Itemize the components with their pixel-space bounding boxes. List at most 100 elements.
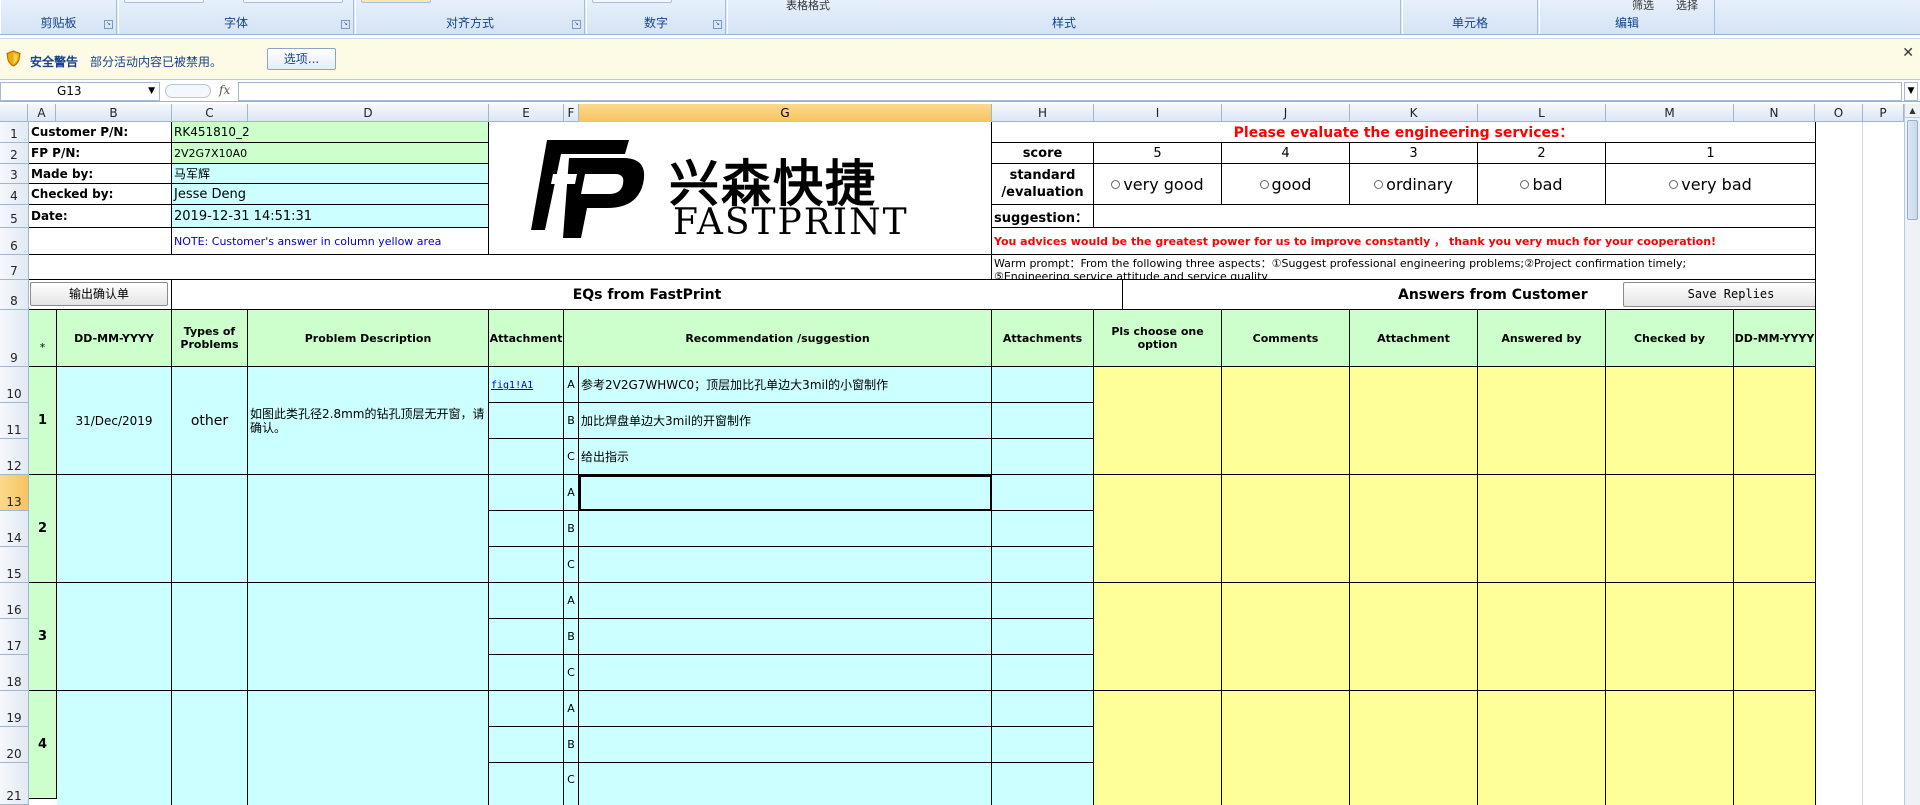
answer-attachment[interactable] <box>1350 691 1478 805</box>
date-value[interactable]: 2019-12-31 14:51:31 <box>172 205 489 228</box>
expand-formula-bar-icon[interactable]: ▼ <box>1904 82 1918 101</box>
answer-date[interactable] <box>1734 475 1816 583</box>
answer-comments[interactable] <box>1222 691 1350 805</box>
eq-type[interactable]: other <box>172 367 248 475</box>
table-format-label[interactable]: 表格格式 <box>786 0 830 13</box>
eq-attachment[interactable] <box>489 691 564 727</box>
row-header[interactable]: 18 <box>0 655 28 691</box>
eq-attachment[interactable] <box>489 655 564 691</box>
option-text[interactable] <box>579 763 992 805</box>
row-header[interactable]: 8 <box>0 280 28 310</box>
eq-attachment[interactable] <box>489 727 564 763</box>
eq-attachment[interactable] <box>489 439 564 475</box>
dialog-launcher-icon[interactable]: ↘ <box>572 20 581 29</box>
column-header-j[interactable]: J <box>1222 104 1350 122</box>
made-by-value[interactable]: 马军辉 <box>172 164 489 184</box>
option-text[interactable]: 给出指示 <box>579 439 992 475</box>
option-text[interactable] <box>579 727 992 763</box>
answer-comments[interactable] <box>1222 583 1350 691</box>
dialog-launcher-icon[interactable]: ↘ <box>104 20 113 29</box>
column-header-f[interactable]: F <box>564 104 579 122</box>
row-header[interactable]: 15 <box>0 547 28 583</box>
dialog-launcher-icon[interactable]: ↘ <box>341 20 350 29</box>
option-very-good[interactable]: very good <box>1094 164 1222 205</box>
column-header-m[interactable]: M <box>1606 104 1734 122</box>
eq-problem[interactable] <box>248 583 489 691</box>
radio-icon[interactable] <box>1111 179 1121 189</box>
eq-attachments[interactable] <box>992 475 1094 511</box>
option-ordinary[interactable]: ordinary <box>1350 164 1478 205</box>
column-header-c[interactable]: C <box>172 104 248 122</box>
suggestion-input[interactable] <box>1094 205 1816 228</box>
security-options-button[interactable]: 选项... <box>267 48 336 70</box>
row-header[interactable]: 6 <box>0 228 28 255</box>
column-header-p[interactable]: P <box>1863 104 1904 122</box>
answer-date[interactable] <box>1734 367 1816 475</box>
eq-date[interactable] <box>57 691 172 805</box>
row-header[interactable]: 13 <box>0 475 28 511</box>
eq-type[interactable] <box>172 583 248 691</box>
answer-answered-by[interactable] <box>1478 475 1606 583</box>
answer-option[interactable] <box>1094 475 1222 583</box>
eq-attachments[interactable] <box>992 727 1094 763</box>
row-header[interactable]: 19 <box>0 691 28 727</box>
row-header[interactable]: 16 <box>0 583 28 619</box>
option-text[interactable] <box>579 547 992 583</box>
fp-pn-value[interactable]: 2V2G7X10A0 <box>172 143 489 164</box>
row-header[interactable]: 5 <box>0 205 28 228</box>
answer-date[interactable] <box>1734 583 1816 691</box>
eq-attachments[interactable] <box>992 367 1094 403</box>
answer-checked-by[interactable] <box>1606 475 1734 583</box>
select-label[interactable]: 选择 <box>1676 0 1698 13</box>
eq-attachments[interactable] <box>992 691 1094 727</box>
answer-attachment[interactable] <box>1350 475 1478 583</box>
radio-icon[interactable] <box>1374 179 1384 189</box>
option-text[interactable] <box>579 583 992 619</box>
radio-icon[interactable] <box>1259 179 1269 189</box>
eq-attachments[interactable] <box>992 655 1094 691</box>
eq-attachments[interactable] <box>992 763 1094 805</box>
scrollbar-thumb[interactable] <box>1907 120 1918 220</box>
eq-attachments[interactable] <box>992 547 1094 583</box>
row-header[interactable]: 7 <box>0 255 28 280</box>
eq-attachment[interactable] <box>489 475 564 511</box>
eq-problem[interactable] <box>248 691 489 805</box>
chevron-down-icon[interactable]: ▼ <box>148 83 155 100</box>
vertical-scrollbar[interactable]: ▲ <box>1904 104 1920 805</box>
option-text[interactable] <box>579 691 992 727</box>
eq-type[interactable] <box>172 691 248 805</box>
answer-date[interactable] <box>1734 691 1816 805</box>
row-header[interactable]: 1 <box>0 122 28 143</box>
option-text[interactable]: 加比焊盘单边大3mil的开窗制作 <box>579 403 992 439</box>
eq-attachment[interactable] <box>489 547 564 583</box>
row-header[interactable]: 21 <box>0 763 28 805</box>
column-header-l[interactable]: L <box>1478 104 1606 122</box>
save-replies-button[interactable]: Save Replies <box>1623 282 1815 307</box>
row-header[interactable]: 3 <box>0 164 28 184</box>
row-header[interactable]: 2 <box>0 143 28 164</box>
formula-oval-handle[interactable] <box>165 84 211 98</box>
align-button[interactable] <box>361 0 431 3</box>
eq-date[interactable] <box>57 475 172 583</box>
fx-icon[interactable]: fx <box>219 83 230 97</box>
font-name-box[interactable] <box>124 0 204 3</box>
option-text[interactable] <box>579 619 992 655</box>
column-header-h[interactable]: H <box>992 104 1094 122</box>
name-box[interactable]: G13 ▼ <box>0 82 160 101</box>
radio-icon[interactable] <box>1520 179 1530 189</box>
number-format-box[interactable] <box>592 0 672 3</box>
dialog-launcher-icon[interactable]: ↘ <box>713 20 722 29</box>
option-text[interactable] <box>579 511 992 547</box>
row-header[interactable]: 20 <box>0 727 28 763</box>
option-good[interactable]: good <box>1222 164 1350 205</box>
column-header-d[interactable]: D <box>248 104 489 122</box>
eq-attachments[interactable] <box>992 583 1094 619</box>
answer-option[interactable] <box>1094 583 1222 691</box>
eq-date[interactable]: 31/Dec/2019 <box>57 367 172 475</box>
answer-attachment[interactable] <box>1350 367 1478 475</box>
row-header[interactable]: 9 <box>0 310 28 367</box>
answer-option[interactable] <box>1094 367 1222 475</box>
column-header-o[interactable]: O <box>1815 104 1863 122</box>
eq-attachments[interactable] <box>992 403 1094 439</box>
option-bad[interactable]: bad <box>1478 164 1606 205</box>
